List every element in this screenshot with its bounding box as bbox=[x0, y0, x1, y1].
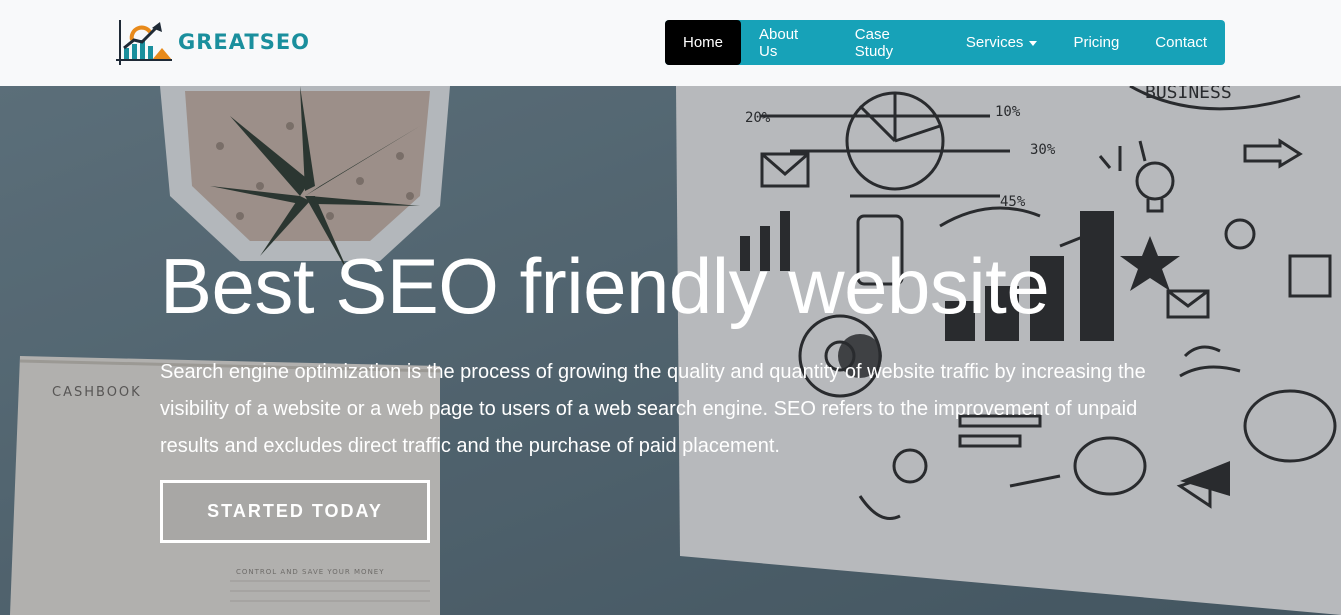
nav-about-us[interactable]: About Us bbox=[741, 20, 837, 65]
nav-pricing[interactable]: Pricing bbox=[1055, 20, 1137, 65]
nav-contact[interactable]: Contact bbox=[1137, 20, 1225, 65]
hero-paragraph: Search engine optimization is the proces… bbox=[160, 361, 1146, 457]
nav-case-study-label: Case Study bbox=[854, 25, 894, 60]
caret-down-icon bbox=[1029, 40, 1038, 46]
started-today-button[interactable]: STARTED TODAY bbox=[160, 480, 430, 543]
top-navbar: GREATSEO Home About Us Case Study Servic… bbox=[0, 0, 1341, 86]
brand-logo[interactable]: GREATSEO bbox=[116, 18, 310, 66]
nav-contact-label: Contact bbox=[1155, 34, 1207, 51]
nav-home-label: Home bbox=[683, 34, 724, 51]
nav-home[interactable]: Home bbox=[665, 20, 742, 65]
nav-pricing-label: Pricing bbox=[1073, 34, 1120, 51]
main-nav: Home About Us Case Study Services Pricin… bbox=[665, 20, 1225, 65]
hero-section: CASHBOOK CONTROL AND SAVE YOUR MONEY 20%… bbox=[0, 86, 1341, 615]
logo-chart-icon bbox=[116, 20, 172, 65]
nav-case-study[interactable]: Case Study bbox=[837, 20, 948, 65]
hero-headline: Best SEO friendly website bbox=[160, 242, 1050, 330]
nav-services-dropdown[interactable]: Services bbox=[948, 20, 1056, 65]
nav-about-us-label: About Us bbox=[759, 25, 799, 60]
nav-services-label: Services bbox=[965, 34, 1024, 51]
brand-name: GREATSEO bbox=[178, 30, 311, 54]
